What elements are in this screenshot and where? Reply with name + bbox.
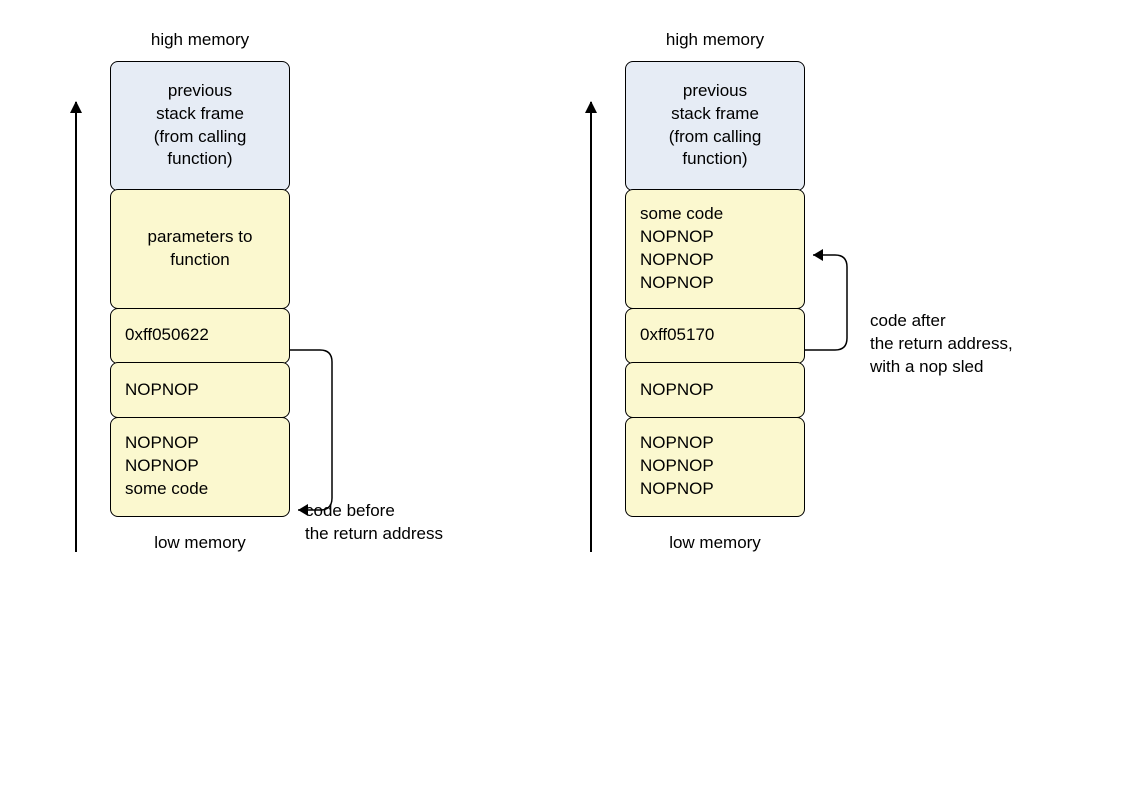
low-memory-label: low memory [110, 533, 290, 553]
stack-cell: parameters to function [110, 189, 290, 309]
annotation-left: code before the return address [305, 500, 443, 546]
stack-cell: NOPNOP NOPNOP NOPNOP [625, 417, 805, 517]
arrow-up-icon [590, 102, 592, 552]
stack-cell: some code NOPNOP NOPNOP NOPNOP [625, 189, 805, 309]
high-memory-label: high memory [110, 30, 290, 50]
stack-cell: previous stack frame (from calling funct… [625, 61, 805, 191]
connector-arrow-icon [290, 320, 350, 530]
low-memory-label: low memory [625, 533, 805, 553]
arrow-up-icon [75, 102, 77, 552]
stack-cell: 0xff050622 [110, 308, 290, 364]
left-diagram: high memory previous stack frame (from c… [75, 30, 515, 553]
stack-cell: 0xff05170 [625, 308, 805, 364]
stack-cell: NOPNOP NOPNOP some code [110, 417, 290, 517]
stack-cell: NOPNOP [110, 362, 290, 418]
stack-cell: NOPNOP [625, 362, 805, 418]
annotation-right: code after the return address, with a no… [870, 310, 1013, 379]
high-memory-label: high memory [625, 30, 805, 50]
right-diagram: high memory previous stack frame (from c… [590, 30, 1090, 553]
connector-arrow-icon [805, 225, 865, 365]
stack-cell: previous stack frame (from calling funct… [110, 61, 290, 191]
